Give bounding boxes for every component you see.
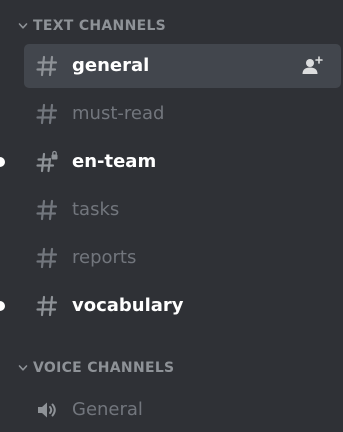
category-label: VOICE CHANNELS [33,360,175,376]
channel-tasks[interactable]: tasks [24,188,341,232]
hashtag-icon [36,295,58,317]
channel-name: general [72,55,150,76]
channel-reports[interactable]: reports [24,236,341,280]
chevron-down-icon [18,365,28,371]
channel-name: must-read [72,103,165,124]
add-member-icon[interactable] [301,55,323,77]
unread-indicator [0,301,5,311]
channel-must-read[interactable]: must-read [24,92,341,136]
channel-sidebar: TEXT CHANNELS general must-read en-team … [0,0,343,432]
hashtag-icon [36,247,58,269]
channel-vocabulary[interactable]: vocabulary [24,284,341,328]
channel-general[interactable]: general [24,44,341,88]
hashtag-icon [36,55,58,77]
unread-indicator [0,157,5,167]
channel-name: vocabulary [72,295,184,316]
channel-en-team[interactable]: en-team [24,140,341,184]
chevron-down-icon [18,23,28,29]
private-hashtag-icon [36,150,58,173]
channel-name: General [72,399,143,420]
channel-name: tasks [72,199,120,220]
voice-channel-general[interactable]: General [24,388,341,432]
speaker-icon [38,402,56,418]
channel-name: reports [72,247,137,268]
hashtag-icon [36,103,58,125]
category-label: TEXT CHANNELS [33,18,167,34]
hashtag-icon [36,199,58,221]
category-text-channels[interactable]: TEXT CHANNELS [18,16,166,36]
channel-name: en-team [72,151,157,172]
category-voice-channels[interactable]: VOICE CHANNELS [18,358,174,378]
